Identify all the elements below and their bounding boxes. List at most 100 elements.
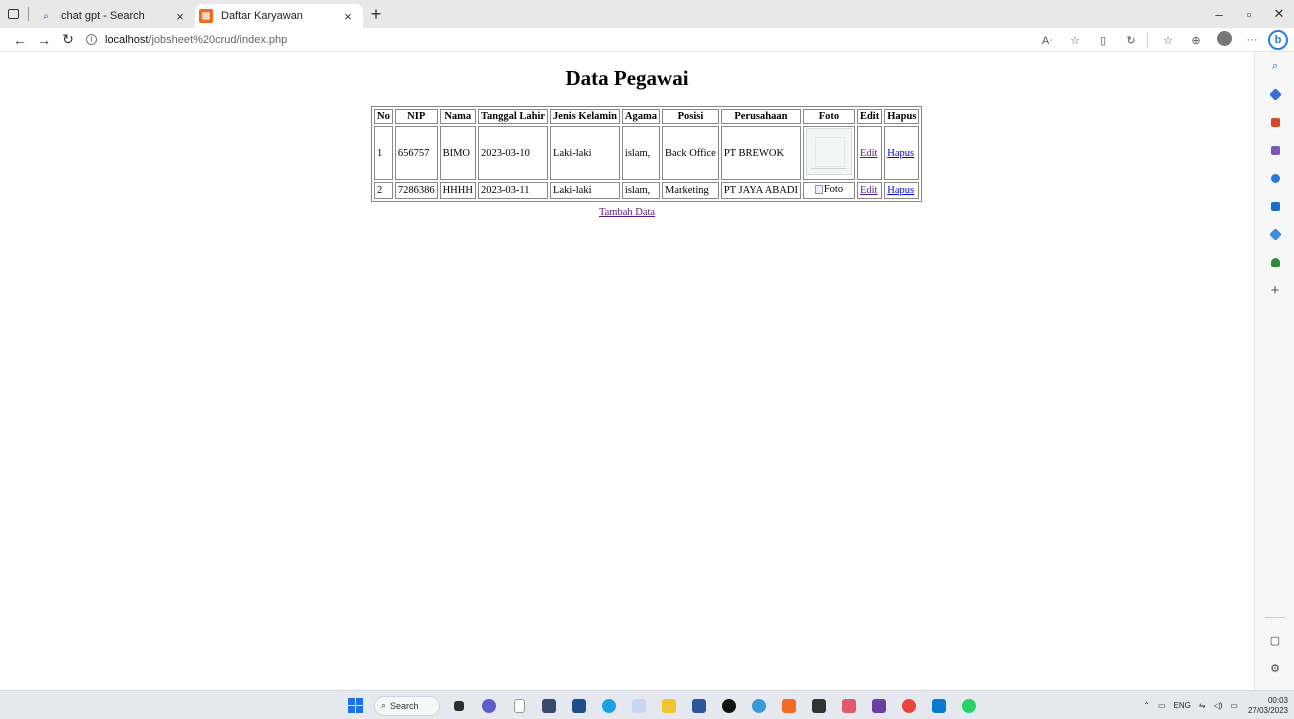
calculator-icon[interactable]: [566, 693, 592, 719]
cell-agama: islam,: [621, 182, 661, 199]
language-indicator[interactable]: ENG: [1174, 701, 1191, 710]
snipping-tool-icon[interactable]: [626, 693, 652, 719]
volume-icon[interactable]: ◁): [1214, 701, 1223, 710]
tab-strip: ⌕ chat gpt - Search × ⊠ Daftar Karyawan …: [0, 0, 1294, 28]
back-button[interactable]: ←: [8, 28, 32, 52]
table-row: 1 656757 BIMO 2023-03-10 Laki-laki islam…: [374, 126, 920, 180]
add-data-link[interactable]: Tambah Data: [599, 207, 655, 218]
delete-link[interactable]: Hapus: [887, 148, 914, 159]
tab-actions-button[interactable]: [0, 0, 26, 28]
column-header: Jenis Kelamin: [550, 109, 620, 124]
file-explorer-icon[interactable]: [656, 693, 682, 719]
shopping-icon[interactable]: [1255, 80, 1294, 108]
edit-link[interactable]: Edit: [860, 148, 878, 159]
column-header: Agama: [621, 109, 661, 124]
file-icon[interactable]: [506, 693, 532, 719]
hide-sidebar-icon[interactable]: ▢: [1255, 626, 1294, 654]
close-tab-icon[interactable]: ×: [173, 9, 187, 24]
app-icon[interactable]: [836, 693, 862, 719]
terminal-icon[interactable]: [806, 693, 832, 719]
cell-no: 1: [374, 126, 393, 180]
tab-title: Daftar Karyawan: [221, 10, 303, 22]
collections-icon[interactable]: ⊕: [1184, 34, 1208, 47]
chrome-icon[interactable]: [896, 693, 922, 719]
cell-edit: Edit: [856, 182, 883, 199]
vscode-icon[interactable]: [926, 693, 952, 719]
add-favorite-icon[interactable]: ☆: [1063, 34, 1087, 47]
system-tray: ⌃ ▭ ENG ⇋ ◁) ▭ 00:03 27/03/2023: [1139, 691, 1288, 719]
bing-copilot-icon[interactable]: b: [1268, 30, 1288, 50]
xampp-taskbar-icon[interactable]: [776, 693, 802, 719]
add-data-container: Tambah Data: [0, 207, 1254, 218]
refresh-extension-icon[interactable]: ↻: [1119, 34, 1143, 47]
browser-toolbar: Aᐧ ☆ ▯ ↻ ☆ ⊕ ··· b: [1031, 28, 1294, 52]
new-tab-button[interactable]: +: [363, 0, 389, 28]
clock-date: 27/03/2023: [1247, 705, 1288, 715]
info-icon[interactable]: i: [86, 34, 97, 45]
close-tab-icon[interactable]: ×: [341, 9, 355, 24]
url-path: /jobsheet%20crud/index.php: [148, 33, 288, 46]
drop-icon[interactable]: [1255, 220, 1294, 248]
tab-title: chat gpt - Search: [61, 10, 145, 22]
forward-button[interactable]: →: [32, 28, 56, 52]
delete-link[interactable]: Hapus: [887, 185, 914, 196]
tree-icon[interactable]: [1255, 248, 1294, 276]
cell-jenis-kelamin: Laki-laki: [550, 126, 620, 180]
close-window-button[interactable]: ✕: [1264, 0, 1294, 28]
taskbar-apps: ⌕ Search: [340, 691, 984, 719]
sidebar-search-icon[interactable]: ⌕: [1255, 52, 1294, 80]
settings-gear-icon[interactable]: ⚙: [1255, 654, 1294, 682]
toolbar-divider: [1147, 33, 1148, 47]
more-options-icon[interactable]: ···: [1240, 34, 1264, 46]
edit-link[interactable]: Edit: [860, 185, 878, 196]
search-icon: ⌕: [381, 700, 387, 710]
network-icon[interactable]: ⇋: [1199, 701, 1206, 710]
games-icon[interactable]: [1255, 136, 1294, 164]
url-host: localhost: [105, 33, 149, 46]
outlook-icon[interactable]: [1255, 192, 1294, 220]
earth-icon[interactable]: [746, 693, 772, 719]
clock[interactable]: 00:03 27/03/2023: [1248, 696, 1288, 716]
tiktok-icon[interactable]: [716, 693, 742, 719]
xampp-icon: ⊠: [199, 9, 213, 23]
whatsapp-icon[interactable]: [956, 693, 982, 719]
store-icon[interactable]: [866, 693, 892, 719]
image-alt-text: Foto: [823, 184, 844, 195]
restore-button[interactable]: ▫: [1234, 0, 1264, 28]
favorites-icon[interactable]: ☆: [1156, 34, 1180, 47]
add-sidebar-app-icon[interactable]: +: [1255, 276, 1294, 304]
tab-separator: [28, 7, 29, 21]
task-view-icon[interactable]: [446, 693, 472, 719]
address-bar[interactable]: i localhost/jobsheet%20crud/index.php: [86, 29, 287, 51]
read-aloud-icon[interactable]: Aᐧ: [1035, 34, 1059, 47]
tools-icon[interactable]: [1255, 108, 1294, 136]
split-screen-icon[interactable]: ▯: [1091, 34, 1115, 47]
chat-icon[interactable]: [476, 693, 502, 719]
cell-tanggal-lahir: 2023-03-10: [477, 126, 549, 180]
tab-chat-gpt-search[interactable]: ⌕ chat gpt - Search ×: [35, 4, 195, 28]
word-icon[interactable]: [686, 693, 712, 719]
minimize-button[interactable]: –: [1204, 0, 1234, 28]
keyboard-icon[interactable]: ▭: [1158, 701, 1166, 710]
chevron-up-icon[interactable]: ⌃: [1143, 701, 1150, 710]
start-button[interactable]: [342, 693, 368, 719]
employee-table: No NIP Nama Tanggal Lahir Jenis Kelamin …: [371, 106, 923, 202]
column-header: Nama: [439, 109, 476, 124]
search-icon: ⌕: [43, 10, 49, 22]
navigation-bar: ← → ↻ i localhost/jobsheet%20crud/index.…: [0, 28, 1294, 52]
cell-perusahaan: PT BREWOK: [720, 126, 801, 180]
cell-hapus: Hapus: [884, 182, 920, 199]
camera-icon[interactable]: [536, 693, 562, 719]
tab-daftar-karyawan[interactable]: ⊠ Daftar Karyawan ×: [195, 4, 363, 28]
sidebar-bottom: ▢ ⚙: [1255, 617, 1294, 682]
cell-posisi: Back Office: [662, 126, 719, 180]
battery-icon[interactable]: ▭: [1230, 701, 1238, 710]
cell-nip: 7286386: [394, 182, 438, 199]
taskbar-search[interactable]: ⌕ Search: [374, 695, 440, 716]
microsoft-365-icon[interactable]: [1255, 164, 1294, 192]
refresh-button[interactable]: ↻: [56, 28, 80, 52]
profile-icon[interactable]: [1212, 31, 1236, 49]
edge-icon[interactable]: [596, 693, 622, 719]
cell-edit: Edit: [856, 126, 883, 180]
sidebar-divider: [1265, 617, 1285, 618]
